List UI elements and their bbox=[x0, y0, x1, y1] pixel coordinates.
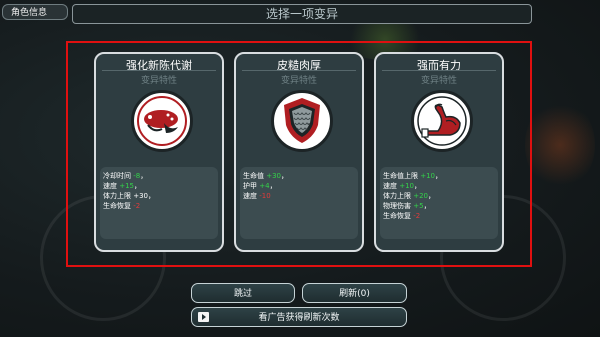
stats-panel: 冷却时间 -8， 速度 +15， 体力上限 +30， 生命恢复 -2 bbox=[100, 167, 218, 239]
stat-line: 物理伤害 +5， bbox=[383, 202, 431, 210]
mutation-card-1[interactable]: 强化新陈代谢 变异特性 冷却时间 -8， 速度 +15， 体力上限 +30， 生… bbox=[94, 52, 224, 252]
stat-line: 体力上限 +20， bbox=[383, 192, 436, 200]
watch-ad-label: 看广告获得刷新次数 bbox=[258, 313, 340, 323]
fish-emblem-icon bbox=[131, 90, 193, 152]
scale-shield-icon bbox=[271, 90, 333, 152]
card-subtitle: 变异特性 bbox=[420, 76, 457, 86]
stat-line: 速度 +15， bbox=[103, 182, 142, 190]
card-subtitle: 变异特性 bbox=[280, 76, 317, 86]
card-divider bbox=[102, 70, 216, 71]
page-title: 选择一项变异 bbox=[72, 4, 532, 24]
stat-line: 速度 +10， bbox=[383, 182, 422, 190]
mutation-card-3[interactable]: 强而有力 变异特性 生命值上限 +10， 速度 +10， 体力上限 +20， 物… bbox=[374, 52, 504, 252]
stat-line: 速度 -10 bbox=[243, 192, 271, 200]
video-ad-icon bbox=[198, 312, 209, 322]
stats-panel: 生命值 +30， 护甲 +4， 速度 -10 bbox=[240, 167, 358, 239]
card-divider bbox=[382, 70, 496, 71]
refresh-button[interactable]: 刷新(0) bbox=[302, 283, 407, 303]
stat-line: 生命恢复 -2 bbox=[103, 202, 141, 210]
mutation-card-2[interactable]: 皮糙肉厚 变异特性 生命值 +30， 护甲 +4， 速度 -10 bbox=[234, 52, 364, 252]
stat-line: 生命值上限 +10， bbox=[383, 172, 443, 180]
stat-line: 体力上限 +30， bbox=[103, 192, 156, 200]
stat-line: 生命恢复 -2 bbox=[383, 212, 421, 220]
card-divider bbox=[242, 70, 356, 71]
flexed-arm-icon bbox=[411, 90, 473, 152]
watch-ad-button[interactable]: 看广告获得刷新次数 bbox=[191, 307, 407, 327]
stats-panel: 生命值上限 +10， 速度 +10， 体力上限 +20， 物理伤害 +5， 生命… bbox=[380, 167, 498, 239]
card-subtitle: 变异特性 bbox=[140, 76, 177, 86]
stat-line: 生命值 +30， bbox=[243, 172, 289, 180]
stat-line: 冷却时间 -8， bbox=[103, 172, 148, 180]
stat-line: 护甲 +4， bbox=[243, 182, 277, 190]
character-info-button[interactable]: 角色信息 bbox=[2, 4, 68, 20]
skip-button[interactable]: 跳过 bbox=[191, 283, 295, 303]
background-foliage-right bbox=[525, 100, 595, 190]
